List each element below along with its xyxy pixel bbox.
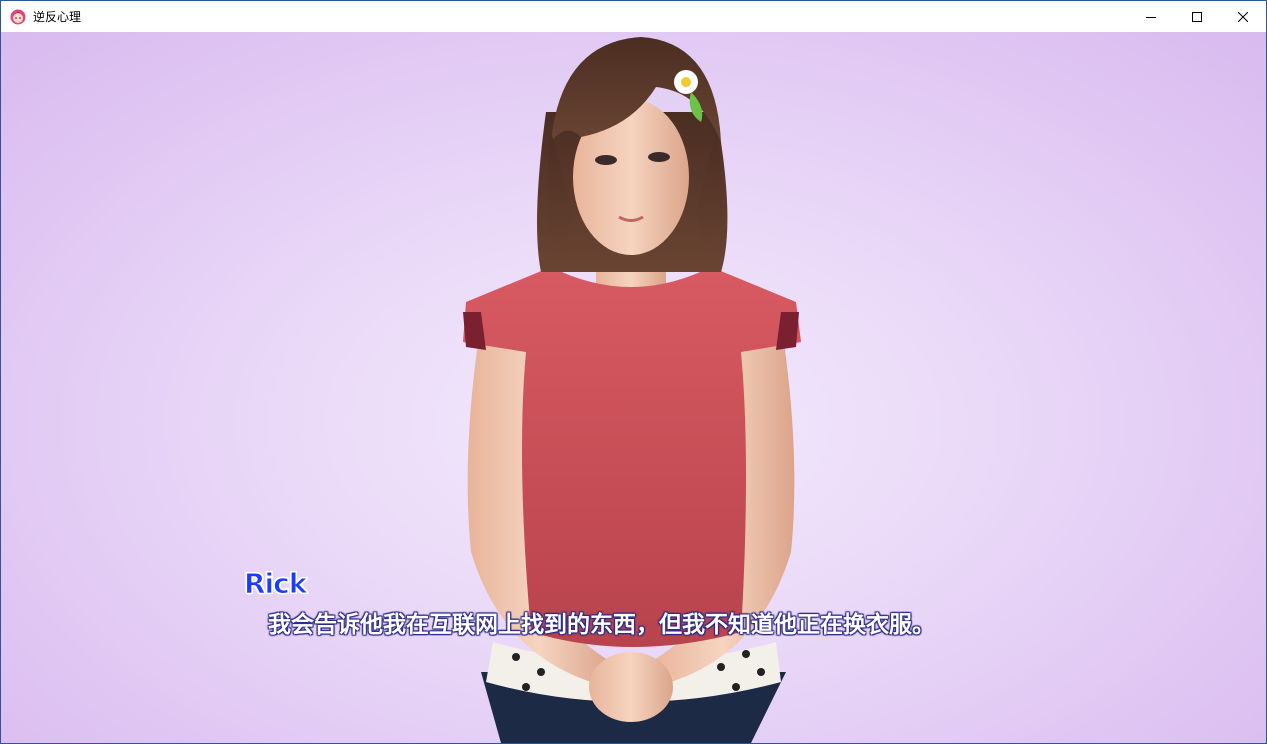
dialogue-text: 我会告诉他我在互联网上找到的东西，但我不知道他正在换衣服。 [268, 612, 935, 638]
window-title: 逆反心理 [33, 10, 82, 24]
window-controls [1128, 1, 1266, 32]
close-button[interactable] [1220, 1, 1266, 32]
maximize-button[interactable] [1174, 1, 1220, 32]
speaker-name: Rick [244, 567, 308, 601]
title-bar[interactable]: 逆反心理 [1, 1, 1266, 32]
minimize-button[interactable] [1128, 1, 1174, 32]
app-icon [9, 8, 27, 26]
minimize-icon [1146, 16, 1156, 18]
close-icon [1238, 11, 1248, 22]
maximize-icon [1192, 11, 1202, 22]
dialogue-box[interactable]: Rick 我会告诉他我在互联网上找到的东西，但我不知道他正在换衣服。 [241, 567, 1001, 640]
game-scene[interactable]: Rick 我会告诉他我在互联网上找到的东西，但我不知道他正在换衣服。 [1, 32, 1266, 743]
game-window: 逆反心理 Rick 我会告诉他我在互联网上找到的东西，但我不知道他正在换衣服。 [0, 0, 1267, 744]
